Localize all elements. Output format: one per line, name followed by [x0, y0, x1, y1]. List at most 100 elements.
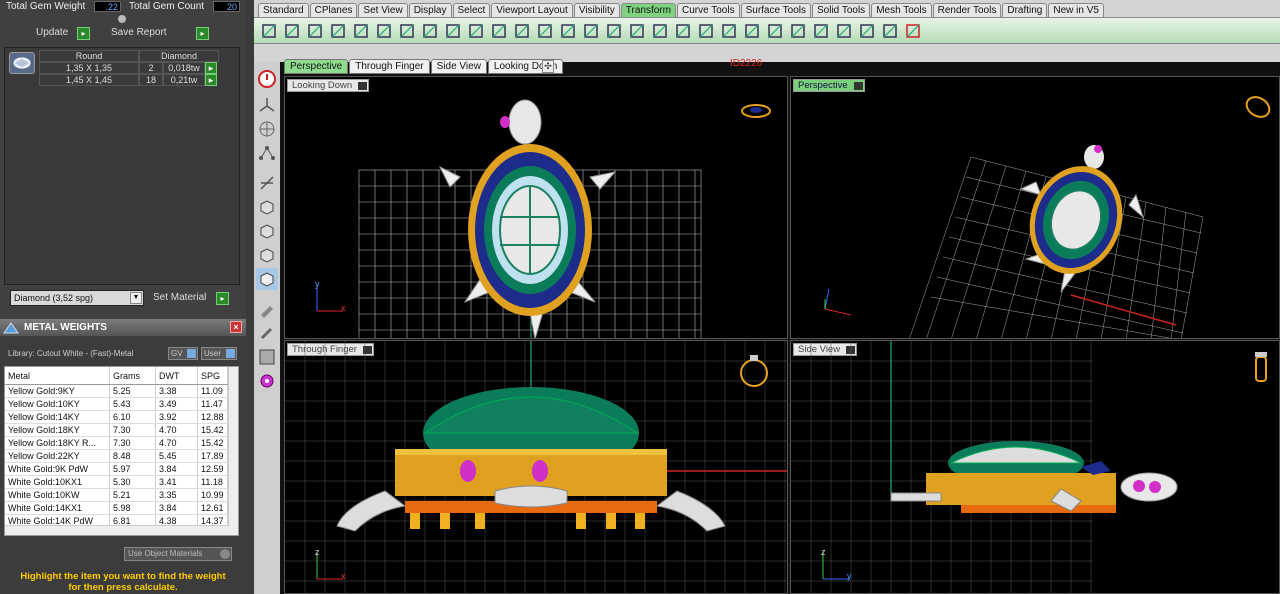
tab-visibility[interactable]: Visibility: [573, 3, 620, 17]
viewport-looking-down[interactable]: Looking Down y x: [284, 76, 788, 339]
flow-icon[interactable]: [490, 21, 508, 41]
orient-icon[interactable]: [283, 21, 301, 41]
point-cloud-icon[interactable]: [582, 21, 600, 41]
row-go-icon[interactable]: ▸: [205, 74, 217, 86]
boolean-icon[interactable]: [352, 21, 370, 41]
table-row[interactable]: White Gold:14KX1 5.98 3.84 12.61: [5, 502, 238, 515]
reflow-icon[interactable]: [674, 21, 692, 41]
table-row[interactable]: 1,45 X 1,45 18 0,21tw ▸: [39, 74, 217, 86]
save-report-button[interactable]: Save Report: [111, 26, 167, 40]
viewport-side-view[interactable]: Side View z y: [790, 340, 1280, 594]
table-row[interactable]: White Gold:9K PdW 5.97 3.84 12.59: [5, 463, 238, 476]
box-perspective-icon[interactable]: [256, 268, 278, 290]
total-gem-count-value: 20: [213, 0, 240, 12]
cage-icon[interactable]: [651, 21, 669, 41]
view-tab-through-finger[interactable]: Through Finger: [349, 59, 430, 74]
splop-icon[interactable]: [812, 21, 830, 41]
save-report-go-icon[interactable]: ▸: [196, 27, 209, 40]
box-side-icon[interactable]: [256, 244, 278, 266]
viewport-through-finger[interactable]: Through Finger z x: [284, 340, 788, 594]
use-object-materials-radio[interactable]: [220, 549, 230, 559]
gv-toggle[interactable]: GV: [168, 347, 198, 360]
chevron-down-icon[interactable]: ▼: [130, 292, 142, 304]
render-box-icon[interactable]: [256, 346, 278, 368]
table-row[interactable]: White Gold:10KX1 5.30 3.41 11.18: [5, 476, 238, 489]
tab-drafting[interactable]: Drafting: [1002, 3, 1048, 17]
flow-surface-icon[interactable]: [835, 21, 853, 41]
tab-select[interactable]: Select: [452, 3, 491, 17]
array-icon[interactable]: [306, 21, 324, 41]
flatten-icon[interactable]: [766, 21, 784, 41]
tab-cplanes[interactable]: CPlanes: [309, 3, 358, 17]
use-object-materials-toggle[interactable]: Use Object Materials: [124, 547, 232, 561]
taper-icon[interactable]: [513, 21, 531, 41]
power-icon[interactable]: [256, 68, 278, 90]
view-tab-side-view[interactable]: Side View: [430, 59, 487, 74]
panel-splitter[interactable]: [246, 0, 254, 594]
viewport-perspective[interactable]: Perspective: [790, 76, 1280, 339]
tab-viewport-layout[interactable]: Viewport Layout: [491, 3, 573, 17]
collapse-toggle[interactable]: [118, 15, 126, 23]
arrow-icon[interactable]: [904, 21, 922, 41]
tab-curve-tools[interactable]: Curve Tools: [676, 3, 740, 17]
array-polar-icon[interactable]: [536, 21, 554, 41]
tab-surface-tools[interactable]: Surface Tools: [740, 3, 811, 17]
stretch-icon[interactable]: [789, 21, 807, 41]
metal-name: Yellow Gold:18KY R...: [5, 437, 110, 449]
table-row[interactable]: 1,35 X 1,35 2 0,018tw ▸: [39, 62, 217, 74]
set-material-button[interactable]: Set Material: [153, 291, 206, 305]
close-icon[interactable]: ×: [230, 321, 242, 333]
scrollbar[interactable]: [228, 367, 238, 535]
drag-icon[interactable]: [881, 21, 899, 41]
twist-icon[interactable]: [444, 21, 462, 41]
table-row[interactable]: Yellow Gold:18KY 7.30 4.70 15.42: [5, 424, 238, 437]
table-row[interactable]: Yellow Gold:9KY 5.25 3.38 11.09: [5, 385, 238, 398]
tab-standard[interactable]: Standard: [258, 3, 309, 17]
table-row[interactable]: Yellow Gold:10KY 5.43 3.49 11.47: [5, 398, 238, 411]
table-row[interactable]: Yellow Gold:14KY 6.10 3.92 12.88: [5, 411, 238, 424]
transform-icon[interactable]: [256, 172, 278, 194]
h-scrollbar[interactable]: [5, 525, 230, 535]
tab-render-tools[interactable]: Render Tools: [932, 3, 1002, 17]
sweep-icon[interactable]: [697, 21, 715, 41]
shear-icon[interactable]: [743, 21, 761, 41]
tab-new-in-v5[interactable]: New in V5: [1048, 3, 1104, 17]
table-row[interactable]: White Gold:10KW 5.21 3.35 10.99: [5, 489, 238, 502]
rotate-icon[interactable]: [375, 21, 393, 41]
grid-icon[interactable]: [559, 21, 577, 41]
tab-display[interactable]: Display: [408, 3, 452, 17]
copy-icon[interactable]: [858, 21, 876, 41]
align-icon[interactable]: [421, 21, 439, 41]
table-row[interactable]: Yellow Gold:18KY R... 7.30 4.70 15.42: [5, 437, 238, 450]
globe-icon[interactable]: [256, 118, 278, 140]
set-material-go-icon[interactable]: ▸: [216, 292, 229, 305]
project-icon[interactable]: [720, 21, 738, 41]
explode-icon[interactable]: [628, 21, 646, 41]
tab-set-view[interactable]: Set View: [358, 3, 408, 17]
axis-icon[interactable]: [256, 94, 278, 116]
mirror-icon[interactable]: [398, 21, 416, 41]
node-icon[interactable]: [256, 142, 278, 164]
bend-icon[interactable]: [467, 21, 485, 41]
user-toggle[interactable]: User: [201, 347, 237, 360]
tab-transform[interactable]: Transform: [620, 3, 676, 17]
material-select[interactable]: Diamond (3,52 spg) ▼: [10, 290, 144, 306]
brush-icon[interactable]: [256, 322, 278, 344]
gear-icon[interactable]: [256, 370, 278, 392]
view-tab-perspective[interactable]: Perspective: [284, 59, 349, 74]
update-button[interactable]: Update: [36, 26, 68, 40]
unroll-icon[interactable]: [605, 21, 623, 41]
tab-solid-tools[interactable]: Solid Tools: [812, 3, 871, 17]
user-checkbox[interactable]: [226, 349, 235, 358]
scale-icon[interactable]: [329, 21, 347, 41]
box-front-icon[interactable]: [256, 220, 278, 242]
row-go-icon[interactable]: ▸: [205, 62, 217, 74]
update-go-icon[interactable]: ▸: [77, 27, 90, 40]
tab-mesh-tools[interactable]: Mesh Tools: [871, 3, 932, 17]
add-view-icon[interactable]: ✣: [542, 60, 554, 73]
pen-icon[interactable]: [256, 298, 278, 320]
table-row[interactable]: Yellow Gold:22KY 8.48 5.45 17.89: [5, 450, 238, 463]
gv-checkbox[interactable]: [187, 349, 196, 358]
box-top-icon[interactable]: [256, 196, 278, 218]
move-icon[interactable]: [260, 21, 278, 41]
